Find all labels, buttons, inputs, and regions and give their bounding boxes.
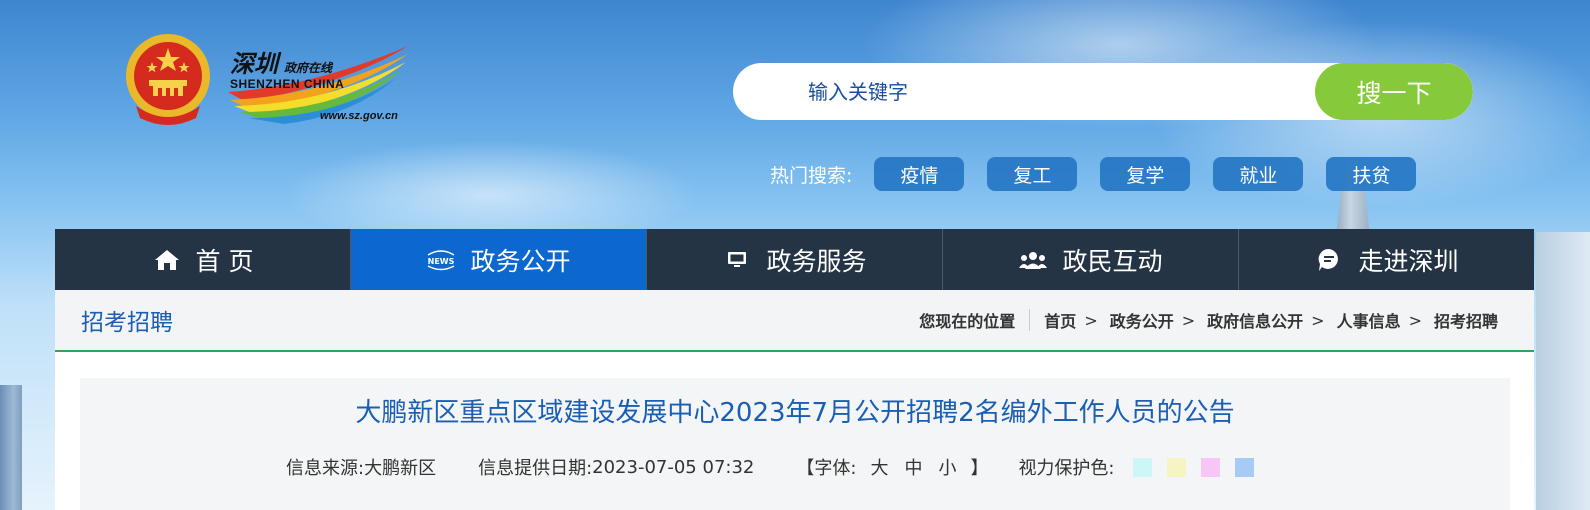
breadcrumb-separator: > (1311, 310, 1325, 330)
eye-protect-swatch-yellow[interactable] (1166, 457, 1186, 477)
breadcrumb-item[interactable]: 人事信息 (1337, 308, 1401, 332)
date-value: 2023-07-05 07:32 (592, 456, 755, 478)
people-icon (1018, 247, 1048, 273)
breadcrumb-separator: > (1181, 310, 1196, 330)
nav-item-gov-affairs-open[interactable]: NEWS 政务公开 (351, 229, 647, 290)
svg-text:NEWS: NEWS (428, 257, 455, 266)
font-size-label: 【字体: (796, 458, 857, 479)
section-header: 招考招聘 您现在的位置 首页 > 政务公开 > 政府信息公开 > 人事信息 > … (55, 290, 1534, 352)
news-icon: NEWS (426, 247, 456, 273)
breadcrumb-item[interactable]: 招考招聘 (1434, 308, 1498, 332)
logo-cn-main: 深圳 (230, 49, 278, 78)
eye-protect-swatch-cyan[interactable] (1132, 457, 1152, 477)
source-value: 大鹏新区 (364, 458, 437, 479)
content-panel: 招考招聘 您现在的位置 首页 > 政务公开 > 政府信息公开 > 人事信息 > … (55, 290, 1534, 510)
eye-protect-label: 视力保护色: (1018, 458, 1115, 479)
chat-bubble-icon (1314, 247, 1344, 273)
hot-search-tag[interactable]: 扶贫 (1326, 157, 1417, 191)
font-size-small-button[interactable]: 小 (938, 454, 956, 480)
breadcrumb: 您现在的位置 首页 > 政务公开 > 政府信息公开 > 人事信息 > 招考招聘 (919, 308, 1498, 332)
article-title: 大鹏新区重点区域建设发展中心2023年7月公开招聘2名编外工作人员的公告 (355, 398, 1235, 428)
nav-item-gov-services[interactable]: 政务服务 (647, 229, 943, 290)
hot-search-tag[interactable]: 疫情 (874, 157, 965, 191)
breadcrumb-divider (1029, 309, 1031, 331)
background-building (1536, 232, 1590, 510)
hot-search-tag[interactable]: 复学 (1100, 157, 1191, 191)
nav-item-label: 政务公开 (470, 246, 571, 276)
logo-url: www.sz.gov.cn (320, 110, 398, 122)
date-label: 信息提供日期: (478, 458, 593, 479)
nav-item-about-shenzhen[interactable]: 走进深圳 (1239, 229, 1534, 290)
search-input[interactable] (733, 63, 1315, 120)
article-meta: 信息来源: 大鹏新区 信息提供日期: 2023-07-05 07:32 【字体:… (286, 454, 1254, 480)
eye-protect-swatch-blue[interactable] (1234, 457, 1254, 477)
search-box: 搜一下 (733, 63, 1473, 120)
nav-item-interaction[interactable]: 政民互动 (943, 229, 1239, 290)
font-size-label-close: 】 (970, 458, 989, 479)
hot-search: 热门搜索: 疫情 复工 复学 就业 扶贫 (770, 157, 1439, 191)
section-title: 招考招聘 (81, 310, 173, 336)
article-header: 大鹏新区重点区域建设发展中心2023年7月公开招聘2名编外工作人员的公告 信息来… (80, 378, 1510, 510)
nav-item-label: 政务服务 (766, 246, 867, 276)
breadcrumb-separator: > (1408, 310, 1422, 330)
breadcrumb-item[interactable]: 首页 (1044, 308, 1076, 332)
nav-item-label: 首 页 (195, 246, 254, 276)
logo-en: SHENZHEN CHINA (230, 77, 345, 91)
hot-search-tag[interactable]: 复工 (987, 157, 1078, 191)
nav-item-label: 政民互动 (1062, 246, 1163, 276)
nav-item-label: 走进深圳 (1358, 246, 1459, 276)
hot-search-tag[interactable]: 就业 (1213, 157, 1304, 191)
breadcrumb-item[interactable]: 政务公开 (1110, 308, 1174, 332)
hot-search-label: 热门搜索: (770, 164, 853, 187)
main-nav: 首 页 NEWS 政务公开 政务服务 政民互动 走进深圳 (55, 229, 1534, 290)
breadcrumb-item[interactable]: 政府信息公开 (1207, 308, 1303, 332)
source-label: 信息来源: (286, 458, 365, 479)
nav-item-home[interactable]: 首 页 (55, 229, 351, 290)
home-icon (152, 247, 182, 273)
font-size-large-button[interactable]: 大 (870, 454, 888, 480)
site-logo[interactable]: 深圳 政府在线 SHENZHEN CHINA (230, 44, 344, 91)
search-button[interactable]: 搜一下 (1315, 63, 1473, 120)
eye-protect-swatch-pink[interactable] (1200, 457, 1220, 477)
breadcrumb-lead: 您现在的位置 (919, 312, 1016, 331)
background-building (0, 385, 22, 510)
logo-cn-small: 政府在线 (284, 61, 333, 75)
national-emblem-icon (126, 34, 210, 125)
font-size-medium-button[interactable]: 中 (904, 454, 922, 480)
monitor-icon (722, 247, 752, 273)
breadcrumb-separator: > (1084, 310, 1098, 330)
